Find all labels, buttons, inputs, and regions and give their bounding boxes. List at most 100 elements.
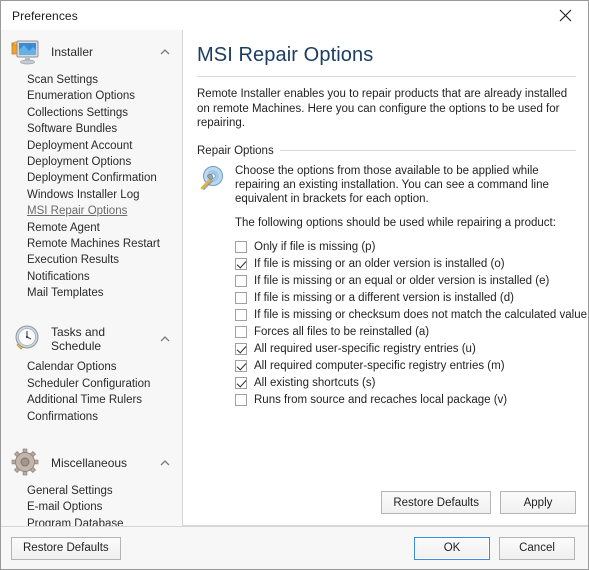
sidebar-section-label: Installer — [51, 45, 94, 59]
sidebar-items-tasks-and-schedule: Calendar Options Scheduler Configuration… — [1, 357, 182, 431]
checkbox-row[interactable]: All existing shortcuts (s) — [235, 374, 576, 391]
sidebar-section-installer[interactable]: Installer — [1, 34, 182, 70]
sidebar-item-calendar-options[interactable]: Calendar Options — [1, 359, 182, 375]
sidebar-item-notifications[interactable]: Notifications — [1, 269, 182, 285]
repair-options-groupbox: Repair Options Choose the options from t… — [197, 144, 588, 409]
footer-action-buttons: OK Cancel — [414, 536, 575, 560]
monitor-folder-icon — [9, 36, 43, 68]
intro-text: Remote Installer enables you to repair p… — [197, 88, 568, 129]
groupbox-content: Choose the options from those available … — [227, 164, 588, 409]
sidebar-item-mail-templates[interactable]: Mail Templates — [1, 285, 182, 301]
chevron-up-icon-glyph — [160, 460, 170, 466]
main-panel: MSI Repair Options Remote Installer enab… — [183, 30, 588, 526]
sidebar-item-collections-settings[interactable]: Collections Settings — [1, 105, 182, 121]
groupbox-label: Repair Options — [197, 144, 274, 157]
checkbox-user-specific-registry-entries[interactable] — [235, 342, 247, 355]
groupbox-body: Choose the options from those available … — [197, 164, 588, 409]
sidebar-item-general-settings[interactable]: General Settings — [1, 483, 182, 499]
cancel-button[interactable]: Cancel — [499, 536, 575, 560]
checkbox-label: All required user-specific registry entr… — [254, 342, 476, 355]
sidebar-item-remote-agent[interactable]: Remote Agent — [1, 220, 182, 236]
sidebar-item-remote-machines-restart[interactable]: Remote Machines Restart — [1, 236, 182, 252]
disc-wrench-icon — [199, 165, 227, 191]
sidebar-item-program-database[interactable]: Program Database — [1, 516, 182, 526]
checkbox-runs-from-source-recaches[interactable] — [235, 393, 247, 406]
gear-icon-glyph — [11, 448, 39, 476]
chevron-up-icon[interactable] — [158, 45, 172, 59]
window-footer: Restore Defaults OK Cancel — [1, 526, 588, 569]
checkbox-older-version-installed[interactable] — [235, 257, 247, 270]
checkbox-row[interactable]: If file is missing or checksum does not … — [235, 306, 588, 323]
sidebar-item-deployment-options[interactable]: Deployment Options — [1, 154, 182, 170]
restore-defaults-button-panel[interactable]: Restore Defaults — [381, 491, 491, 514]
sidebar-item-e-mail-options[interactable]: E-mail Options — [1, 499, 182, 515]
close-icon-glyph — [559, 9, 572, 22]
chevron-up-icon[interactable] — [158, 332, 172, 346]
sidebar-items-installer: Scan Settings Enumeration Options Collec… — [1, 70, 182, 307]
sidebar-item-msi-repair-options[interactable]: MSI Repair Options — [1, 203, 182, 219]
sidebar-item-additional-time-rulers[interactable]: Additional Time Rulers — [1, 392, 182, 408]
window-body: Installer Scan Settings Enumeration Opti… — [1, 30, 588, 526]
page-title: MSI Repair Options — [197, 44, 374, 66]
checkbox-label: If file is missing or an equal or older … — [254, 274, 550, 287]
sidebar-section-tasks-and-schedule[interactable]: Tasks and Schedule — [1, 321, 182, 357]
checkbox-row[interactable]: All required computer-specific registry … — [235, 357, 576, 374]
sidebar-item-enumeration-options[interactable]: Enumeration Options — [1, 88, 182, 104]
checkbox-all-existing-shortcuts[interactable] — [235, 376, 247, 389]
checkbox-row[interactable]: If file is missing or a different versio… — [235, 289, 576, 306]
checkbox-row[interactable]: All required user-specific registry entr… — [235, 340, 576, 357]
main-footer-buttons: Restore Defaults Apply — [183, 491, 588, 525]
checkbox-row[interactable]: Runs from source and recaches local pack… — [235, 391, 576, 408]
chevron-up-icon-glyph — [160, 336, 170, 342]
apply-button[interactable]: Apply — [500, 491, 576, 514]
sidebar-section-miscellaneous[interactable]: Miscellaneous — [1, 445, 182, 481]
checkbox-computer-specific-registry-entries[interactable] — [235, 359, 247, 372]
gear-icon — [9, 447, 43, 479]
checkbox-row[interactable]: Only if file is missing (p) — [235, 238, 576, 255]
clock-alarm-icon — [9, 323, 43, 355]
sidebar-item-deployment-confirmation[interactable]: Deployment Confirmation — [1, 170, 182, 186]
restore-defaults-button-footer[interactable]: Restore Defaults — [11, 536, 121, 560]
checkbox-force-all-files-reinstalled[interactable] — [235, 325, 247, 338]
groupbox-divider — [279, 150, 576, 151]
checkbox-label: All required computer-specific registry … — [254, 359, 505, 372]
group-description: Choose the options from those available … — [235, 164, 549, 205]
sidebar-items-miscellaneous: General Settings E-mail Options Program … — [1, 481, 182, 526]
disc-wrench-icon-glyph — [200, 165, 223, 190]
title-bar: Preferences — [1, 1, 588, 30]
checkbox-different-version-installed[interactable] — [235, 291, 247, 304]
clock-alarm-icon-glyph — [15, 325, 39, 351]
checkbox-checksum-mismatch[interactable] — [235, 308, 247, 321]
sidebar[interactable]: Installer Scan Settings Enumeration Opti… — [1, 30, 183, 526]
checkbox-label: Runs from source and recaches local pack… — [254, 393, 508, 406]
checkbox-label: If file is missing or a different versio… — [254, 291, 514, 304]
ok-button[interactable]: OK — [414, 536, 490, 560]
checkbox-row[interactable]: Forces all files to be reinstalled (a) — [235, 323, 576, 340]
sidebar-item-execution-results[interactable]: Execution Results — [1, 252, 182, 268]
monitor-folder-icon-glyph — [11, 40, 39, 65]
checkbox-label: Only if file is missing (p) — [254, 240, 376, 253]
chevron-up-icon[interactable] — [158, 456, 172, 470]
sidebar-item-scheduler-configuration[interactable]: Scheduler Configuration — [1, 376, 182, 392]
close-icon[interactable] — [543, 1, 588, 30]
sidebar-item-software-bundles[interactable]: Software Bundles — [1, 121, 182, 137]
main-bottom-divider — [183, 525, 588, 526]
title-divider — [197, 76, 576, 77]
sidebar-item-scan-settings[interactable]: Scan Settings — [1, 72, 182, 88]
checkbox-row[interactable]: If file is missing or an older version i… — [235, 255, 576, 272]
checkbox-equal-or-older-version-installed[interactable] — [235, 274, 247, 287]
checkbox-only-if-file-is-missing[interactable] — [235, 240, 247, 253]
checkbox-label: If file is missing or an older version i… — [254, 257, 505, 270]
chevron-up-icon-glyph — [160, 49, 170, 55]
sidebar-section-label: Miscellaneous — [51, 456, 128, 471]
checkbox-label: If file is missing or checksum does not … — [254, 308, 588, 321]
checkbox-label: Forces all files to be reinstalled (a) — [254, 325, 430, 338]
sidebar-item-windows-installer-log[interactable]: Windows Installer Log — [1, 187, 182, 203]
main-content: MSI Repair Options Remote Installer enab… — [183, 30, 588, 491]
sidebar-item-deployment-account[interactable]: Deployment Account — [1, 138, 182, 154]
checkbox-row[interactable]: If file is missing or an equal or older … — [235, 272, 576, 289]
preferences-window: Preferences Installer Scan Settings Enum… — [0, 0, 589, 570]
sidebar-item-confirmations[interactable]: Confirmations — [1, 409, 182, 425]
